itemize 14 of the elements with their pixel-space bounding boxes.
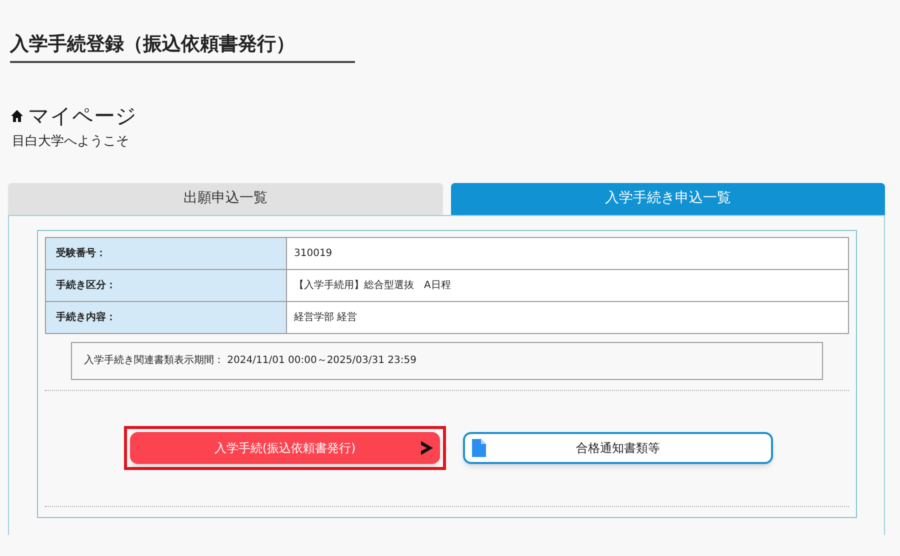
period-notice: 入学手続き関連書類表示期間： 2024/11/01 00:00～2025/03/31 23:59 <box>71 342 823 380</box>
label-cell: 手続き内容： <box>46 301 286 333</box>
label-cell: 手続き区分： <box>46 269 286 301</box>
tab[interactable]: 出願申込一覧 <box>8 182 442 214</box>
welcome-text: 目白大学へようこそ <box>11 133 130 151</box>
page-title: 入学手続登録（振込依頼書発行） <box>10 30 355 62</box>
value-cell: 【入学手続用】総合型選抜 A日程 <box>286 269 848 301</box>
label-cell: 受験番号： <box>46 237 286 269</box>
value-cell: 経営学部 経営 <box>286 301 848 333</box>
home-icon <box>10 109 24 124</box>
documents-button[interactable]: 合格通知書類等 <box>463 432 773 464</box>
value-cell: 310019 <box>286 237 848 269</box>
document-icon <box>472 439 486 457</box>
page-heading: マイページ <box>28 102 137 130</box>
